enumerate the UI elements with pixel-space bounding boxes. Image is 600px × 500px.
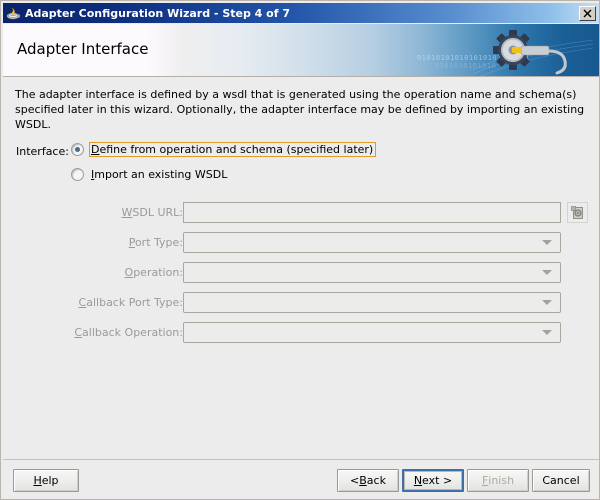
operation-select[interactable] [183,262,561,283]
form-row-callback-port-type: Callback Port Type: [3,292,599,314]
mnemonic-letter: B [359,474,367,487]
finish-button: Finish [467,469,529,492]
label-rest: efine from operation and schema (specifi… [99,143,374,156]
form-row-operation: Operation: [3,262,599,284]
radio-import-existing-wsdl-row[interactable]: Import an existing WSDL [71,167,230,182]
label-rest: ext > [422,474,453,487]
label-rest: inish [488,474,515,487]
callback-operation-select[interactable] [183,322,561,343]
port-type-label: Port Type: [129,236,183,249]
chevron-down-icon [542,300,552,305]
close-button[interactable] [579,5,596,21]
radio-import-existing-wsdl[interactable] [71,168,84,181]
chevron-down-icon [542,270,552,275]
mnemonic-letter: H [33,474,42,487]
gear-with-cable-icon [473,30,593,76]
label-rest: allback Operation: [82,326,183,339]
label-rest: elp [41,474,59,487]
wsdl-url-browse-button[interactable] [567,202,588,223]
form-row-callback-operation: Callback Operation: [3,322,599,344]
radio-define-from-operation[interactable] [71,143,84,156]
wsdl-url-input[interactable] [183,202,561,223]
label-rest: mport an existing WSDL [94,168,228,181]
label-prefix: < [350,474,360,487]
radio-define-from-operation-label: Define from operation and schema (specif… [89,142,377,157]
label-rest: ort Type: [134,236,183,249]
callback-port-type-select[interactable] [183,292,561,313]
radio-import-existing-wsdl-label: Import an existing WSDL [89,167,230,182]
mnemonic-letter: C [74,326,83,339]
header-banner: 010101010101010101010101 0101010101010 A… [3,24,599,77]
mnemonic-letter: N [413,474,423,487]
callback-operation-label: Callback Operation: [74,326,183,339]
help-button[interactable]: Help [13,469,79,492]
label-rest: peration: [133,266,183,279]
radio-define-from-operation-row[interactable]: Define from operation and schema (specif… [71,142,377,157]
coffee-cup-icon [5,5,21,21]
chevron-down-icon [542,240,552,245]
callback-port-type-label: Callback Port Type: [79,296,183,309]
form-row-wsdl-url: WSDL URL: [3,202,599,224]
mnemonic-letter: O [124,266,134,279]
form-row-port-type: Port Type: [3,232,599,254]
label-rest: allback Port Type: [86,296,183,309]
mnemonic-letter: W [121,206,133,219]
operation-label: Operation: [125,266,183,279]
page-title: Adapter Interface [17,40,149,58]
next-button[interactable]: Next > [402,469,464,492]
port-type-select[interactable] [183,232,561,253]
label-rest: SDL URL: [132,206,183,219]
content-panel: The adapter interface is defined by a ws… [3,77,599,459]
wsdl-url-label: WSDL URL: [122,206,184,219]
title-bar: Adapter Configuration Wizard - Step 4 of… [3,3,599,23]
cancel-button[interactable]: Cancel [532,469,590,492]
chevron-down-icon [542,330,552,335]
description-text: The adapter interface is defined by a ws… [15,88,585,131]
label-rest: Cancel [542,474,580,487]
browse-document-icon [571,206,583,219]
close-icon [583,9,592,17]
interface-label: Interface: [16,145,69,158]
label-rest: ack [366,474,386,487]
wizard-window: Adapter Configuration Wizard - Step 4 of… [0,0,600,500]
window-title: Adapter Configuration Wizard - Step 4 of… [25,6,290,20]
dialog-button-bar: Help < Back Next > Finish Cancel [3,459,599,499]
back-button[interactable]: < Back [337,469,399,492]
